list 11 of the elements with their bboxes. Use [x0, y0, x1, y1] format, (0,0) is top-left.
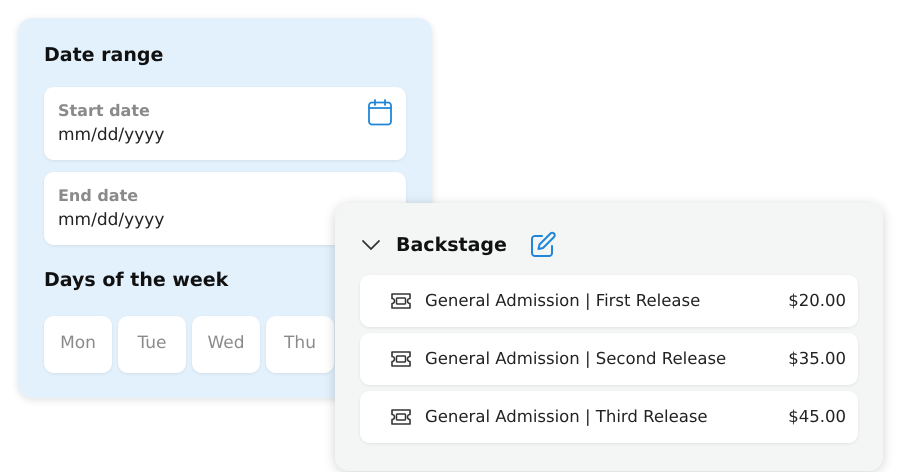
- ticket-price: $20.00: [788, 290, 846, 312]
- ticket-price: $45.00: [788, 406, 846, 428]
- section-title: Date range: [44, 44, 164, 68]
- ticket-price: $35.00: [788, 348, 846, 370]
- ticket-name: General Admission | Second Release: [425, 348, 726, 370]
- field-label: Start date: [58, 100, 150, 122]
- ticket-name: General Admission | Third Release: [425, 406, 708, 428]
- ticket-name: General Admission | First Release: [425, 290, 700, 312]
- section-title: Days of the week: [44, 268, 230, 292]
- field-label: End date: [58, 186, 138, 207]
- section-title: Backstage: [396, 234, 507, 256]
